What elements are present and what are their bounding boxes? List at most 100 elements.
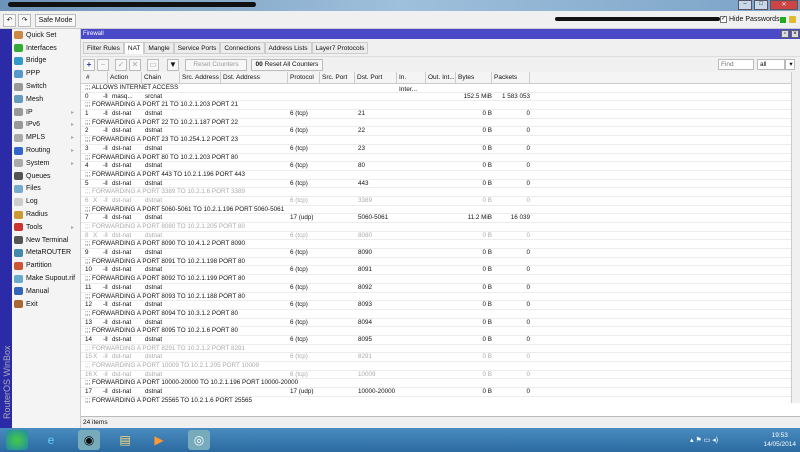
close-button[interactable]: ✕ [770, 0, 798, 10]
vertical-scrollbar[interactable] [791, 72, 800, 403]
rule-comment-row[interactable]: ;;; FORWARDING A PORT 8093 TO 10.2.1.188… [81, 293, 800, 302]
table-row[interactable]: 7 -‖ dst-nat dstnat 17 (udp) 5060-5061 11.2 Mi… [81, 214, 800, 223]
table-row[interactable]: 15 X -‖ dst-nat dstnat 6 (tcp) 8291 0 B 0 [81, 353, 800, 362]
tab-service-ports[interactable]: Service Ports [173, 42, 221, 54]
column-header[interactable]: Out. Int... [426, 72, 456, 84]
comment-icon[interactable]: ▭ [147, 59, 159, 71]
column-header[interactable]: Bytes [456, 72, 492, 84]
rule-comment-row[interactable]: ;;; FORWARDING A PORT 23 TO 10.254.1.2 P… [81, 136, 800, 145]
safe-mode-button[interactable]: Safe Mode [35, 14, 76, 27]
rule-comment-row[interactable]: ;;; FORWARDING A PORT 5060-5061 TO 10.2.… [81, 206, 800, 215]
sidebar-item-mpls[interactable]: MPLS ▸ [12, 131, 80, 144]
rule-comment-row[interactable]: ;;; FORWARDING A PORT 80 TO 10.2.1.203 P… [81, 154, 800, 163]
table-row[interactable]: 1 -‖ dst-nat dstnat 6 (tcp) 21 0 B 0 [81, 110, 800, 119]
enable-icon[interactable]: ✓ [115, 59, 127, 71]
sidebar-item-log[interactable]: Log [12, 195, 80, 208]
table-row[interactable]: 11 -‖ dst-nat dstnat 6 (tcp) 8092 0 B 0 [81, 284, 800, 293]
tray-icons[interactable]: ▴ ⚑ ▭ ◂) [690, 436, 718, 444]
rule-comment-row[interactable]: ;;; FORWARDING A PORT 443 TO 10.2.1.196 … [81, 171, 800, 180]
sidebar-item-files[interactable]: Files [12, 183, 80, 196]
rule-comment-row[interactable]: ;;; FORWARDING A PORT 21 TO 10.2.1.203 P… [81, 101, 800, 111]
rule-comment-row[interactable]: ;;; FORWARDING A PORT 8291 TO 10.2.1.2 P… [81, 345, 800, 354]
tab-connections[interactable]: Connections [220, 42, 265, 54]
table-row[interactable]: 6 X -‖ dst-nat dstnat 6 (tcp) 3389 0 B 0 [81, 197, 800, 206]
sidebar-item-tools[interactable]: Tools ▸ [12, 221, 80, 234]
chrome-icon[interactable]: ◉ [78, 430, 100, 450]
sidebar-item-metarouter[interactable]: MetaROUTER [12, 247, 80, 260]
sidebar-item-ip[interactable]: IP ▸ [12, 106, 80, 119]
sidebar-item-quick-set[interactable]: Quick Set [12, 29, 80, 42]
sidebar-item-make-supout-rif[interactable]: Make Supout.rif [12, 272, 80, 285]
table-row[interactable]: 17 -‖ dst-nat dstnat 17 (udp) 10000-20000 0 B 0 [81, 388, 800, 397]
column-header[interactable]: Packets [492, 72, 530, 84]
tab-nat[interactable]: NAT [123, 42, 145, 54]
explorer-icon[interactable]: ▤ [114, 430, 136, 450]
disable-icon[interactable]: ✕ [129, 59, 141, 71]
rule-comment-row[interactable]: ;;; FORWARDING A PORT 8090 TO 10.4.1.2 P… [81, 240, 800, 250]
restore-icon[interactable]: ▫ [781, 30, 789, 38]
rule-comment-row[interactable]: ;;; FORWARDING A PORT 10009 TO 10.2.1.20… [81, 362, 800, 371]
sidebar-item-routing[interactable]: Routing ▸ [12, 144, 80, 157]
column-header[interactable]: Src. Port [320, 72, 355, 84]
sidebar-item-bridge[interactable]: Bridge [12, 55, 80, 68]
add-icon[interactable]: + [83, 59, 95, 71]
filter-icon[interactable]: ▼ [167, 59, 179, 71]
reset-all-counters-button[interactable]: 00 Reset All Counters [251, 59, 323, 71]
rule-comment-row[interactable]: ;;; FORWARDING A PORT 8095 TO 10.2.1.6 P… [81, 327, 800, 336]
reset-counters-button[interactable]: Reset Counters [185, 59, 247, 71]
sidebar-item-exit[interactable]: Exit [12, 298, 80, 311]
column-header[interactable]: Chain [142, 72, 180, 84]
table-row[interactable]: 12 -‖ dst-nat dstnat 6 (tcp) 8093 0 B 0 [81, 301, 800, 310]
table-row[interactable]: 13 -‖ dst-nat dstnat 6 (tcp) 8094 0 B 0 [81, 319, 800, 328]
winbox-icon[interactable]: ◎ [188, 430, 210, 450]
sidebar-item-partition[interactable]: Partition [12, 259, 80, 272]
sidebar-item-new-terminal[interactable]: New Terminal [12, 234, 80, 247]
media-player-icon[interactable]: ▶ [148, 430, 170, 450]
tab-mangle[interactable]: Mangle [144, 42, 174, 54]
column-header[interactable]: Protocol [288, 72, 320, 84]
ie-icon[interactable]: e [40, 430, 62, 450]
chevron-down-icon[interactable]: ▾ [785, 59, 795, 70]
table-row[interactable]: 4 -‖ dst-nat dstnat 6 (tcp) 80 0 B 0 [81, 162, 800, 171]
rule-comment-row[interactable]: ;;; FORWARDING A PORT 8092 TO 10.2.1.199… [81, 275, 800, 284]
table-row[interactable]: 10 -‖ dst-nat dstnat 6 (tcp) 8091 0 B 0 [81, 266, 800, 276]
sidebar-item-queues[interactable]: Queues [12, 170, 80, 183]
minimize-button[interactable]: – [738, 0, 752, 10]
table-row[interactable]: 9 -‖ dst-nat dstnat 6 (tcp) 8090 0 B 0 [81, 249, 800, 258]
tab-filter-rules[interactable]: Filter Rules [83, 42, 124, 54]
rule-comment-row[interactable]: ;;; FORWARDING A PORT 10000-20000 TO 10.… [81, 379, 800, 389]
column-header[interactable]: Src. Address [180, 72, 221, 84]
column-header[interactable]: Dst. Address [221, 72, 288, 84]
tab-layer7-protocols[interactable]: Layer7 Protocols [311, 42, 369, 54]
column-header[interactable]: # [84, 72, 108, 84]
sidebar-item-mesh[interactable]: Mesh [12, 93, 80, 106]
remove-icon[interactable]: − [97, 59, 109, 71]
sidebar-item-radius[interactable]: Radius [12, 208, 80, 221]
table-row[interactable]: 8 X -‖ dst-nat dstnat 6 (tcp) 8080 0 B 0 [81, 232, 800, 241]
table-row[interactable]: 14 -‖ dst-nat dstnat 6 (tcp) 8095 0 B 0 [81, 336, 800, 345]
column-header[interactable]: Action [108, 72, 142, 84]
redo-button[interactable]: ↷ [18, 14, 31, 27]
sidebar-item-ipv-[interactable]: IPv6 ▸ [12, 119, 80, 132]
find-input[interactable] [718, 59, 754, 70]
rule-comment-row[interactable]: ;;; FORWARDING A PORT 3389 TO 10.2.1.6 P… [81, 188, 800, 197]
table-row[interactable]: 2 -‖ dst-nat dstnat 6 (tcp) 22 0 B 0 [81, 127, 800, 137]
sidebar-item-ppp[interactable]: PPP [12, 67, 80, 80]
start-button[interactable] [6, 430, 28, 450]
table-row[interactable]: 5 -‖ dst-nat dstnat 6 (tcp) 443 0 B 0 [81, 180, 800, 189]
rule-comment-row[interactable]: ;;; FORWARDING A PORT 8080 TO 10.2.1.205… [81, 223, 800, 232]
column-header[interactable]: In. Inter... [397, 72, 426, 93]
maximize-button[interactable]: □ [754, 0, 768, 10]
close-icon[interactable]: × [791, 30, 799, 38]
rule-comment-row[interactable]: ;;; FORWARDING A PORT 22 TO 10.2.1.187 P… [81, 119, 800, 128]
filter-select[interactable]: all [757, 59, 785, 70]
rule-comment-row[interactable]: ;;; FORWARDING A PORT 8091 TO 10.2.1.198… [81, 258, 800, 267]
rule-comment-row[interactable]: ;;; FORWARDING A PORT 8094 TO 10.3.1.2 P… [81, 310, 800, 319]
sidebar-item-interfaces[interactable]: Interfaces [12, 42, 80, 55]
undo-button[interactable]: ↶ [3, 14, 16, 27]
clock[interactable]: 19:53 14/05/2014 [763, 431, 796, 449]
column-header[interactable]: Dst. Port [355, 72, 397, 84]
table-row[interactable]: 0 -‖ masq... srcnat 152.5 MiB 1 583 053 [81, 93, 800, 102]
tab-address-lists[interactable]: Address Lists [264, 42, 312, 54]
table-row[interactable]: 16 X -‖ dst-nat dstnat 6 (tcp) 10009 0 B 0 [81, 371, 800, 380]
